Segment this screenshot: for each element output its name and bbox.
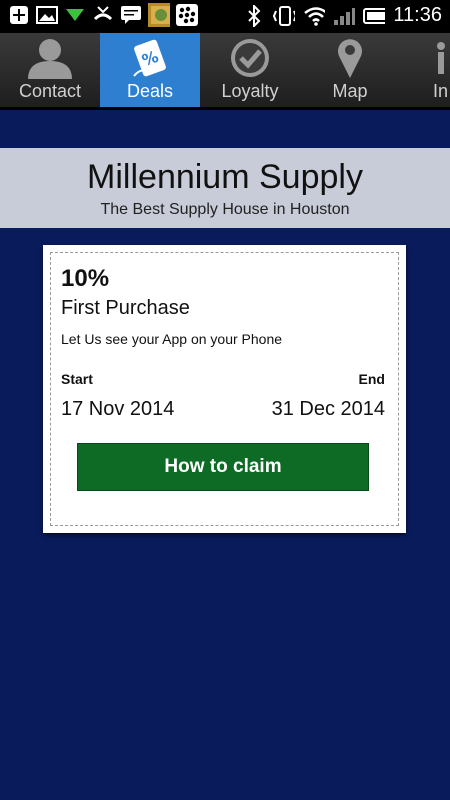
deal-name: First Purchase <box>61 297 190 319</box>
tab-loyalty[interactable]: Loyalty <box>200 33 300 107</box>
tab-map[interactable]: Map <box>300 33 400 107</box>
missed-call-icon <box>92 4 114 26</box>
download-icon <box>64 4 86 26</box>
page-subtitle: The Best Supply House in Houston <box>100 201 350 218</box>
page-title: Millennium Supply <box>87 158 363 196</box>
deal-tag-icon: % <box>130 35 170 81</box>
map-pin-icon <box>335 35 365 81</box>
image-icon <box>36 4 58 26</box>
start-label: Start <box>61 371 93 387</box>
tab-deals[interactable]: % Deals <box>100 33 200 107</box>
end-date: 31 Dec 2014 <box>271 398 385 420</box>
tab-info[interactable]: In <box>400 33 450 107</box>
how-to-claim-button[interactable]: How to claim <box>77 443 369 491</box>
info-icon <box>400 35 450 81</box>
tab-contact[interactable]: Contact <box>0 33 100 107</box>
signal-icon <box>333 5 356 27</box>
app-thumbnail-icon <box>148 3 170 27</box>
deal-card: 10% First Purchase Let Us see your App o… <box>43 245 406 533</box>
add-icon <box>8 4 30 26</box>
status-time: 11:36 <box>393 4 442 26</box>
deal-percent: 10% <box>61 265 110 292</box>
vibrate-icon <box>273 5 296 27</box>
status-bar: 11:36 <box>0 0 450 33</box>
deal-description: Let Us see your App on your Phone <box>61 331 283 347</box>
message-icon <box>120 4 142 26</box>
wifi-icon <box>303 5 326 27</box>
person-icon <box>25 35 75 81</box>
header-banner: Millennium Supply The Best Supply House … <box>0 148 450 228</box>
battery-icon <box>363 5 386 27</box>
blackberry-icon <box>176 4 198 26</box>
tab-bar: Contact % Deals Loyalty Map In <box>0 33 450 110</box>
start-date: 17 Nov 2014 <box>61 398 175 420</box>
spacer <box>0 110 450 148</box>
checkmark-icon <box>228 35 272 81</box>
end-label: End <box>358 371 385 387</box>
bluetooth-icon <box>243 4 265 27</box>
